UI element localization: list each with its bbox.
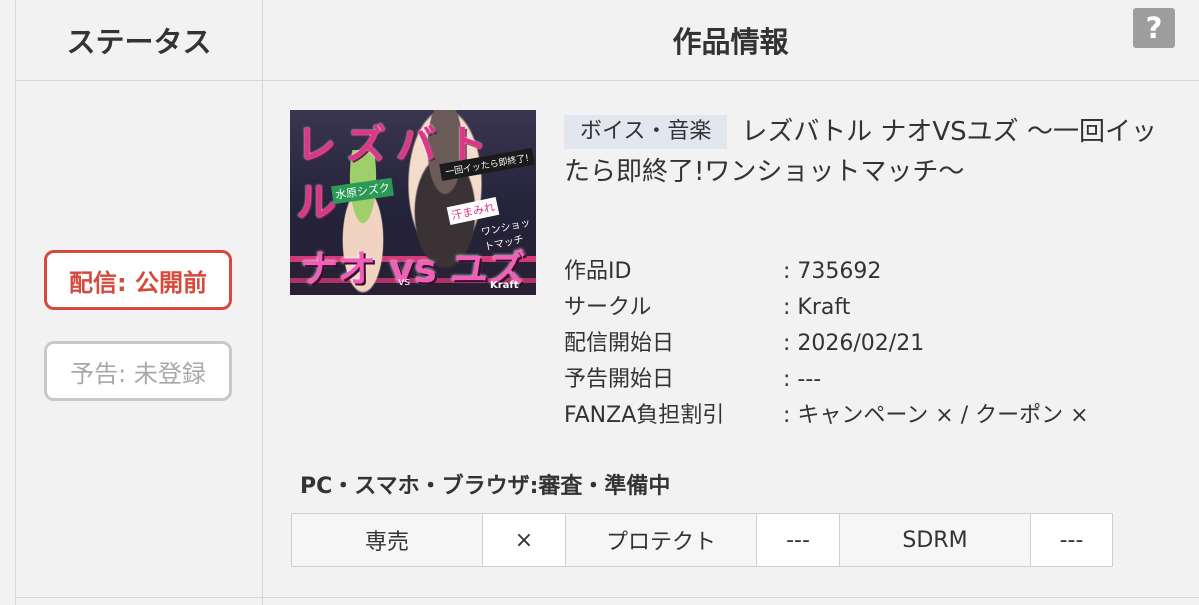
meta-row-discount: FANZA負担割引 : キャンペーン × / クーポン × — [564, 398, 1184, 434]
meta-row-release-date: 配信開始日 : 2026/02/21 — [564, 326, 1184, 362]
grid-header-divider — [16, 80, 1199, 81]
help-button[interactable]: ? — [1133, 8, 1175, 48]
info-column-header: 作品情報 — [672, 25, 789, 59]
grid-bottom-divider — [16, 597, 1199, 598]
meta-key: 予告開始日 — [564, 367, 675, 392]
meta-row-product-id: 作品ID : 735692 — [564, 254, 1184, 290]
meta-key: FANZA負担割引 — [564, 403, 725, 428]
preview-status-badge[interactable]: 予告: 未登録 — [44, 341, 232, 401]
product-thumbnail[interactable]: レズバトル 一回イッたら即終了! 水原シズク 汗まみれ ワンショットマッチ ナオ… — [290, 110, 536, 295]
meta-key: 作品ID — [564, 259, 632, 284]
meta-value: : 2026/02/21 — [783, 331, 925, 356]
meta-value: : --- — [783, 367, 822, 392]
meta-value: : 735692 — [783, 259, 882, 284]
drm-value-protect: --- — [757, 514, 840, 566]
meta-row-preview-date: 予告開始日 : --- — [564, 362, 1184, 398]
product-meta-list: 作品ID : 735692 サークル : Kraft 配信開始日 : 2026/… — [564, 254, 1184, 434]
grid-column-divider — [262, 0, 263, 605]
platform-status: PC・スマホ・ブラウザ:審査・準備中 — [300, 474, 671, 499]
meta-value: : Kraft — [783, 295, 851, 320]
drm-label-sdrm: SDRM — [840, 514, 1031, 566]
drm-table: 専売 × プロテクト --- SDRM --- — [291, 513, 1113, 567]
drm-value-exclusive: × — [483, 514, 566, 566]
meta-value: : キャンペーン × / クーポン × — [783, 403, 1089, 428]
product-title-block: ボイス・音楽 レズバトル ナオVSユズ 〜一回イッたら即終了!ワンショットマッチ〜 — [564, 112, 1164, 192]
status-column-header: ステータス — [66, 25, 212, 59]
category-badge: ボイス・音楽 — [564, 115, 728, 149]
meta-key: 配信開始日 — [564, 331, 675, 356]
drm-label-exclusive: 専売 — [292, 514, 483, 566]
drm-label-protect: プロテクト — [566, 514, 757, 566]
meta-row-circle: サークル : Kraft — [564, 290, 1184, 326]
grid-left-border — [15, 0, 16, 605]
drm-value-sdrm: --- — [1031, 514, 1112, 566]
meta-key: サークル — [564, 295, 652, 320]
delivery-status-badge[interactable]: 配信: 公開前 — [44, 250, 232, 310]
thumbnail-vs-art: vs — [398, 275, 411, 288]
thumbnail-logo-art: Kraft — [490, 280, 519, 291]
